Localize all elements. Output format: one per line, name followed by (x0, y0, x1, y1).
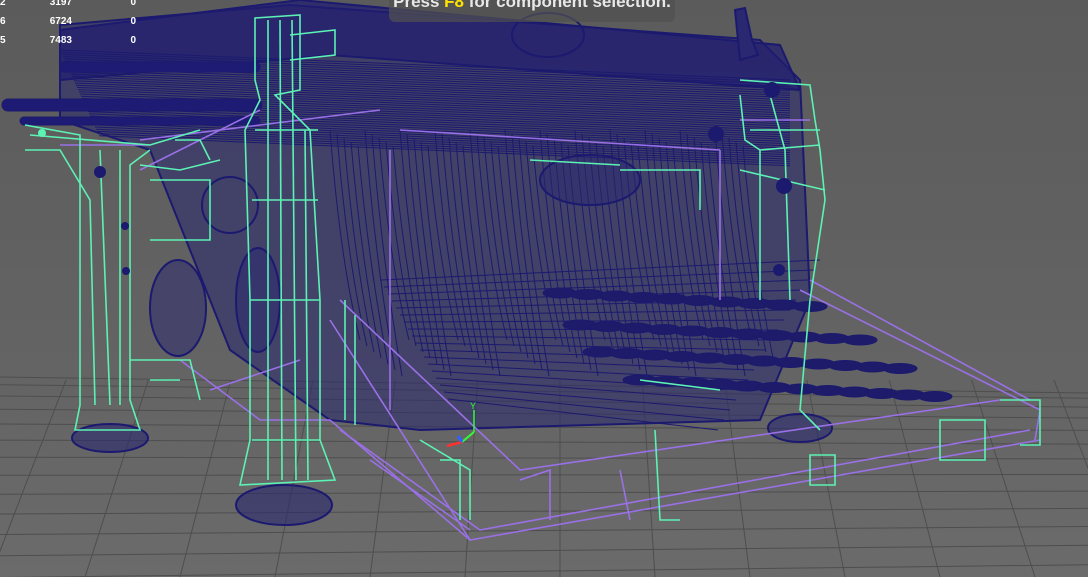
hud-poly-stats: 2 3197 0 6 6724 0 5 7483 0 (0, 0, 150, 50)
hud-stats-row: 6 6724 0 (0, 12, 150, 31)
axis-y-label: Y (470, 401, 476, 411)
stat-value: 3197 (49, 0, 72, 8)
message-suffix: for component selection. (464, 0, 671, 11)
stat-selected: 0 (130, 0, 136, 8)
stat-label: 6 (0, 16, 6, 27)
message-prefix: Press (393, 0, 445, 11)
key-cap (882, 363, 918, 374)
stat-selected: 0 (130, 16, 136, 27)
in-view-message: Press F8 for component selection. (389, 0, 675, 22)
stat-label: 5 (0, 35, 6, 46)
stat-value: 7483 (49, 35, 72, 46)
message-key: F8 (444, 0, 465, 11)
typewriter-body-wire (1, 0, 833, 526)
hud-stats-row: 5 7483 0 (0, 31, 150, 50)
wireframe-scene[interactable]: Y (0, 0, 1088, 577)
hud-stats-row: 2 3197 0 (0, 0, 150, 12)
viewport-3d[interactable]: Y 2 3197 0 6 6724 0 5 7483 0 Press F8 fo… (0, 0, 1088, 577)
key-cap (917, 391, 953, 402)
stat-label: 2 (0, 0, 6, 8)
stat-value: 6724 (49, 16, 72, 27)
stat-selected: 0 (130, 35, 136, 46)
key-cap (842, 334, 878, 346)
